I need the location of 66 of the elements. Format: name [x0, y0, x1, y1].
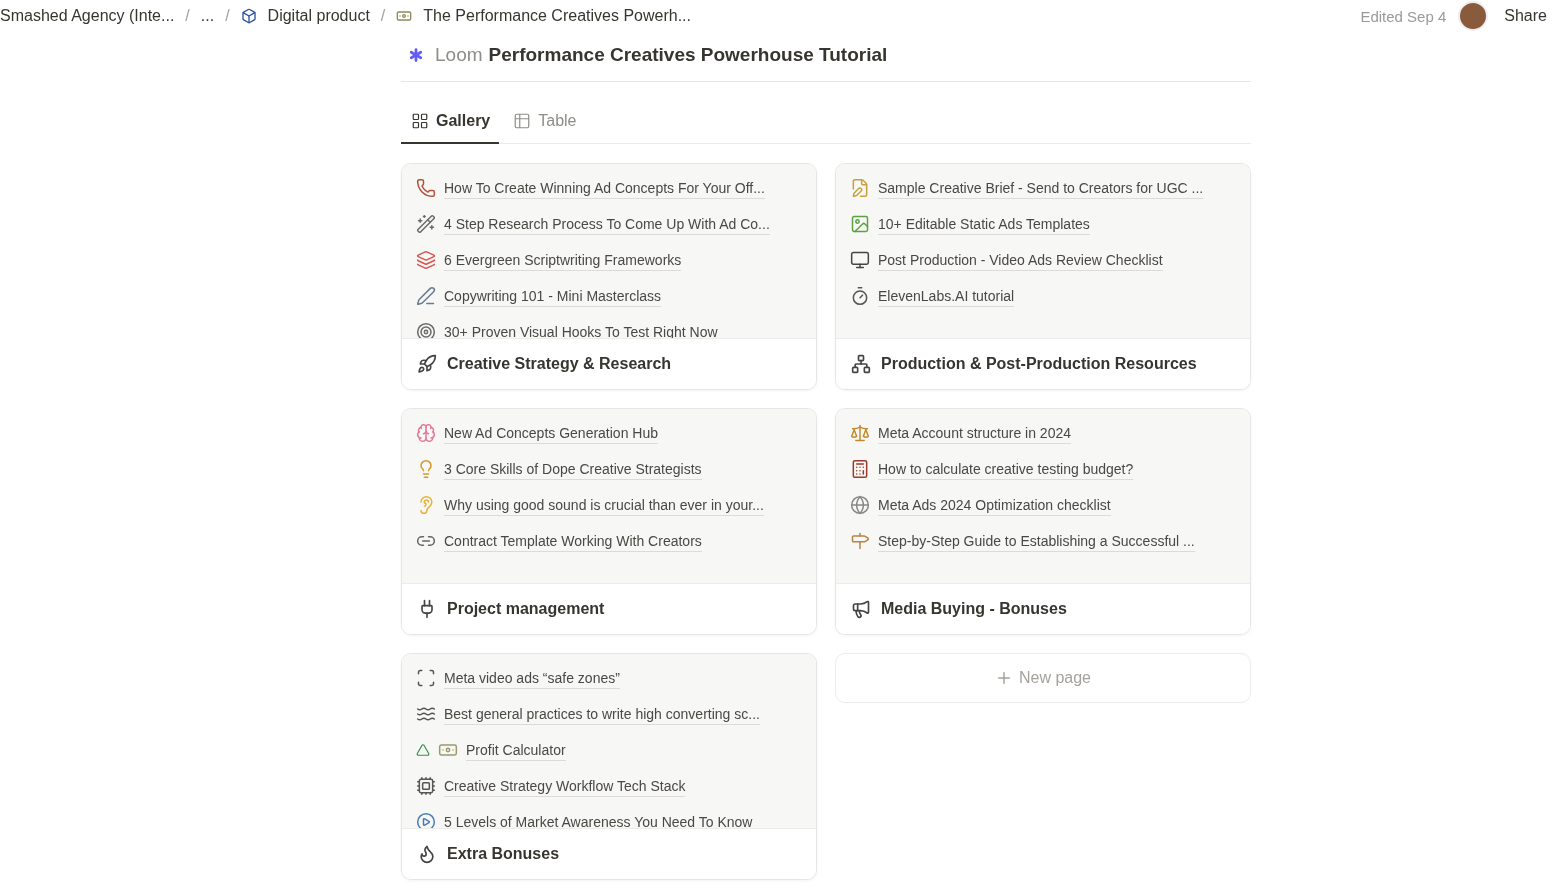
page-link[interactable]: 6 Evergreen Scriptwriting Frameworks — [444, 249, 682, 271]
gallery-card[interactable] — [401, 163, 817, 390]
breadcrumb-link[interactable]: Smashed Agency (Inte... — [0, 7, 175, 25]
page-link[interactable]: Step-by-Step Guide to Establishing a Successful ... — [878, 530, 1195, 552]
page-link[interactable]: Copywriting 101 - Mini Masterclass — [444, 285, 662, 307]
page-link[interactable]: Sample Creative Brief - Send to Creators for UGC ... — [878, 177, 1204, 199]
play-icon — [416, 812, 436, 828]
breadcrumb-link[interactable]: Digital product — [267, 7, 370, 25]
notepad-icon — [850, 178, 870, 198]
page-link[interactable]: Profit Calculator — [466, 739, 566, 761]
page-link[interactable]: Why using good sound is crucial than ever in your... — [444, 494, 764, 516]
globe-icon — [850, 495, 870, 515]
page-link[interactable]: 3 Core Skills of Dope Creative Strategists — [444, 458, 702, 480]
target-icon — [416, 322, 436, 338]
gallery-card[interactable]: Sample Creative Brief - Send to Creators for UGC ... 10+ Editable Static Ads Templates Post Production - Video Ads Review Checklist ElevenLabs.AI tutorial Production & Post-Production Resources — [835, 163, 1251, 390]
timer-icon — [850, 286, 870, 306]
phone-icon — [416, 178, 436, 198]
page-link[interactable]: ElevenLabs.AI tutorial — [878, 285, 1015, 307]
page-title-prefix: Loom — [435, 44, 483, 66]
card-title: Media Buying - Bonuses — [881, 600, 1067, 618]
picture-icon — [850, 214, 870, 234]
magic-wand-icon — [416, 214, 436, 234]
page-link[interactable]: Meta video ads “safe zones” — [444, 667, 620, 689]
pen-icon — [416, 286, 436, 306]
frame-icon — [416, 668, 436, 688]
triangle-icon — [416, 743, 430, 757]
card-title: Creative Strategy & Research — [447, 355, 672, 373]
page-link[interactable]: Meta Ads 2024 Optimization checklist — [878, 494, 1111, 516]
rocket-icon — [417, 354, 437, 374]
money-icon — [396, 8, 413, 24]
hierarchy-icon — [851, 354, 871, 374]
monitor-icon — [850, 250, 870, 270]
edited-date: Edited Sep 4 — [1360, 7, 1447, 25]
gallery-card[interactable]: Meta Account structure in 2024 How to calculate creative testing budget? Meta Ads 2024 Optimization checklist Step-by-Step Guide to Establishing a Successful ... Media Buying - Bonuses — [835, 408, 1251, 635]
card-title: Production & Post-Production Resources — [881, 355, 1197, 373]
page-link[interactable]: 4 Step Research Process To Come Up With Ad Co... — [444, 213, 770, 235]
gallery-card[interactable]: New Ad Concepts Generation Hub 3 Core Skills of Dope Creative Strategists Why using good sound is crucial than ever in your... Contract Template Working With Creators Project management — [401, 408, 817, 635]
page-link[interactable]: How To Create Winning Ad Concepts For Your Off... — [444, 177, 765, 199]
page-link[interactable]: Creative Strategy Workflow Tech Stack — [444, 775, 686, 797]
page-link[interactable]: New Ad Concepts Generation Hub — [444, 422, 658, 444]
card-title: Project management — [447, 600, 605, 618]
card-title: Extra Bonuses — [447, 845, 560, 863]
share-button[interactable]: Share — [1504, 7, 1547, 25]
view-tab[interactable]: Gallery — [401, 100, 500, 144]
page-title: Performance Creatives Powerhouse Tutorial — [488, 44, 888, 66]
scale-icon — [850, 423, 870, 443]
chip-icon — [416, 776, 436, 796]
breadcrumb-link[interactable]: The Performance Creatives Powerh... — [423, 7, 691, 25]
grid-icon — [411, 112, 429, 130]
breadcrumb-separator: / — [380, 7, 386, 25]
breadcrumb-link[interactable]: ... — [200, 7, 215, 25]
breadcrumb-separator: / — [225, 7, 230, 25]
page-link[interactable]: How to calculate creative testing budget? — [878, 458, 1134, 480]
page-link[interactable]: Best general practices to write high converting sc... — [444, 703, 760, 725]
wave-icon — [416, 704, 436, 724]
brain-icon — [416, 423, 436, 443]
table-icon — [513, 112, 532, 130]
page-link[interactable]: 10+ Editable Static Ads Templates — [878, 213, 1090, 235]
breadcrumb-separator: / — [185, 7, 190, 25]
page-link[interactable]: Contract Template Working With Creators — [444, 530, 702, 552]
megaphone-icon — [851, 599, 871, 619]
gallery-card[interactable]: Meta video ads “safe zones” Best general practices to write high converting sc... Profit Calculator Creative Strategy Workflow Tech Stack 5 Levels of Market Awareness You Need To Know Extra Bonuses — [401, 653, 817, 880]
avatar[interactable] — [1458, 1, 1489, 31]
page-link[interactable]: Meta Account structure in 2024 — [878, 422, 1071, 444]
page-link[interactable]: Post Production - Video Ads Review Checklist — [878, 249, 1163, 271]
flame-icon — [417, 844, 437, 864]
